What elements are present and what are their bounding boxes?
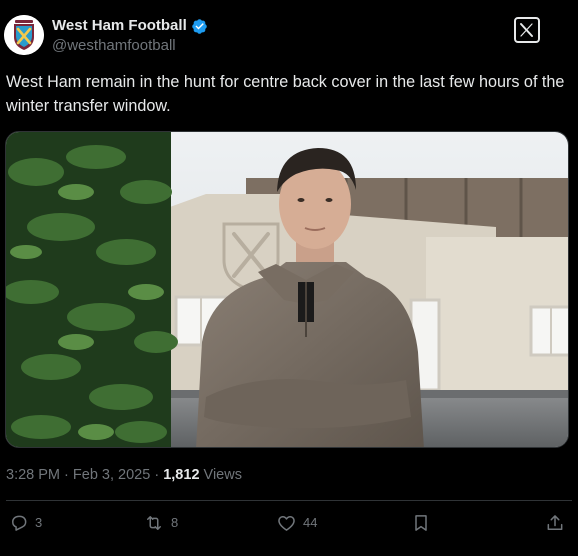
like-button[interactable]: 44 <box>276 513 317 533</box>
share-button[interactable] <box>545 513 565 533</box>
heart-icon <box>278 516 295 531</box>
post-media-image[interactable] <box>5 131 569 448</box>
avatar[interactable] <box>4 15 44 55</box>
like-count: 44 <box>303 515 318 530</box>
handle[interactable]: @westhamfootball <box>52 37 176 55</box>
post-header: West Ham Football @westhamfootball <box>0 0 578 66</box>
display-name-row: West Ham Football <box>52 16 208 36</box>
west-ham-crest-icon <box>4 15 44 55</box>
separator: · <box>154 467 160 483</box>
display-name[interactable]: West Ham Football <box>52 16 187 36</box>
post-date[interactable]: Feb 3, 2025 <box>73 467 150 483</box>
reply-icon <box>12 515 27 531</box>
divider <box>6 500 572 501</box>
repost-button[interactable]: 8 <box>143 513 178 533</box>
photo-man-outside-training-ground <box>6 132 568 447</box>
views-label: Views <box>203 467 242 483</box>
x-logo-icon[interactable] <box>514 17 540 43</box>
separator: · <box>64 467 69 483</box>
post-timestamp-row: 3:28 PM · Feb 3, 2025 · 1,812 Views <box>6 466 242 484</box>
post-text: West Ham remain in the hunt for centre b… <box>6 73 565 115</box>
repost-icon <box>147 516 161 530</box>
post-time[interactable]: 3:28 PM <box>6 467 60 483</box>
share-icon <box>547 515 563 530</box>
bookmark-button[interactable] <box>411 513 431 533</box>
reply-button[interactable]: 3 <box>9 513 42 533</box>
repost-count: 8 <box>171 515 179 530</box>
action-bar: 3 8 44 <box>0 510 578 540</box>
verified-badge-icon <box>191 18 207 34</box>
reply-count: 3 <box>35 515 43 530</box>
views-count: 1,812 <box>163 467 200 483</box>
bookmark-icon <box>415 515 427 531</box>
